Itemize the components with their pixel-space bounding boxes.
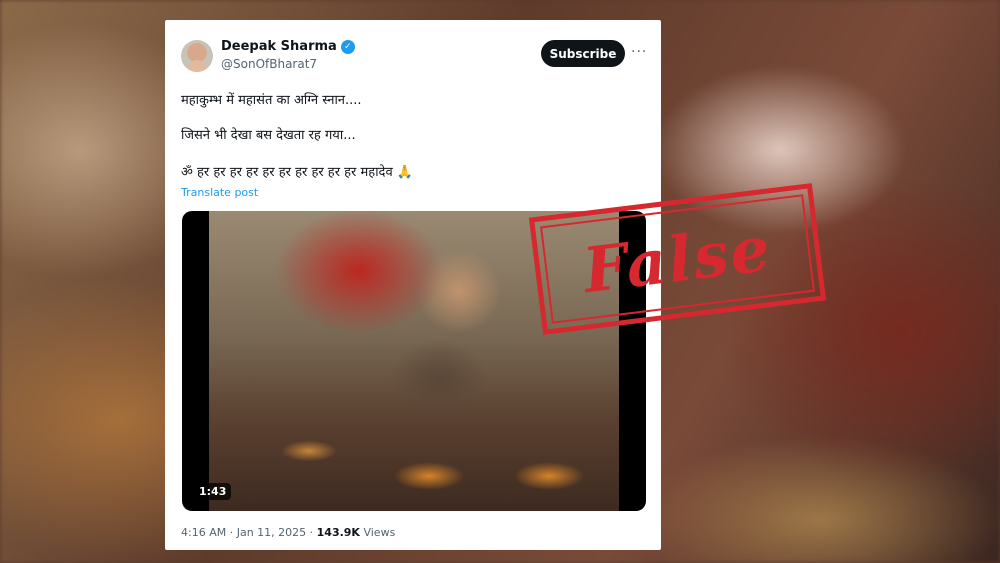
author-handle[interactable]: @SonOfBharat7 <box>221 57 317 71</box>
views-label: Views <box>363 526 396 539</box>
post-text-line-2: जिसने भी देखा बस देखता रह गया... <box>181 128 356 143</box>
post-text-line-3: ॐ हर हर हर हर हर हर हर हर हर हर महादेव 🙏 <box>181 165 414 180</box>
avatar[interactable] <box>181 40 213 72</box>
author-name[interactable]: Deepak Sharma <box>221 39 337 54</box>
subscribe-button[interactable]: Subscribe <box>541 40 625 67</box>
post-timestamp[interactable]: 4:16 AM · Jan 11, 2025 · <box>181 526 313 539</box>
video-duration-badge: 1:43 <box>194 483 232 500</box>
post-text-line-1: महाकुम्भ में महासंत का अग्नि स्नान.... <box>181 93 362 108</box>
author-row: Deepak Sharma ✓ <box>221 39 355 54</box>
more-options-icon[interactable]: ··· <box>631 44 647 60</box>
post-metadata: 4:16 AM · Jan 11, 2025 · 143.9K Views <box>181 526 395 539</box>
verified-badge-icon: ✓ <box>340 39 355 54</box>
views-count: 143.9K <box>316 526 360 539</box>
translate-post-link[interactable]: Translate post <box>181 186 258 199</box>
